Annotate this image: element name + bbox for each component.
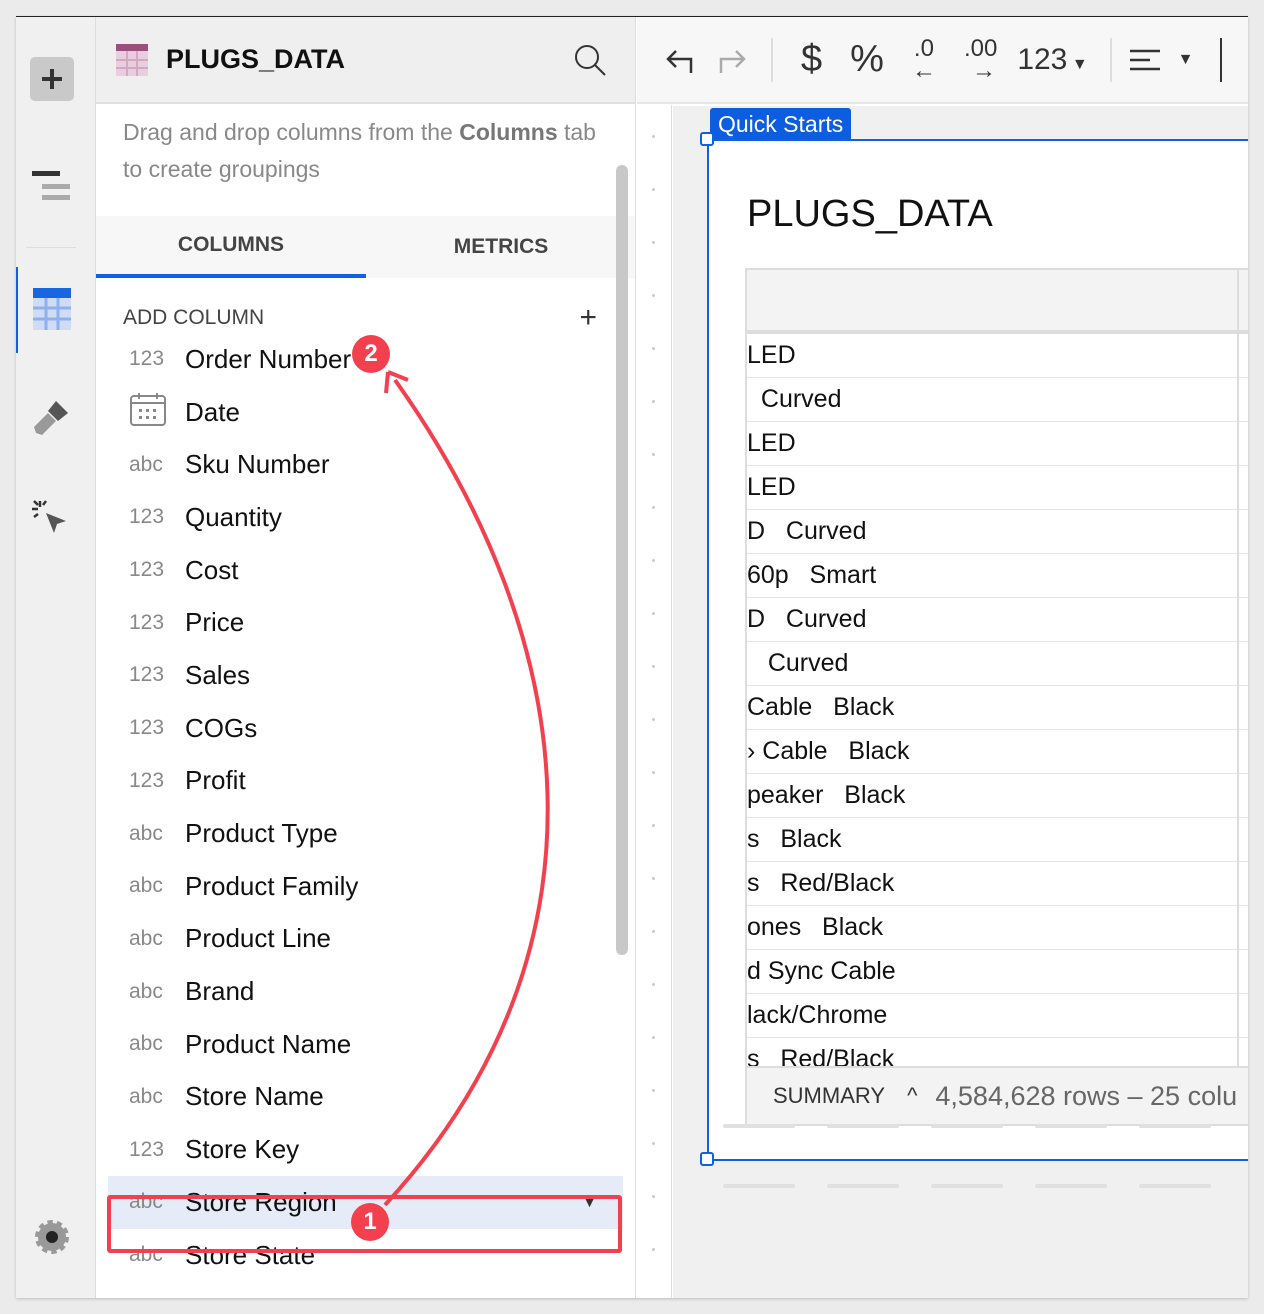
step-2-badge: 2	[352, 335, 390, 373]
step-1-badge: 1	[351, 1203, 389, 1241]
drag-arrow	[383, 370, 550, 1207]
